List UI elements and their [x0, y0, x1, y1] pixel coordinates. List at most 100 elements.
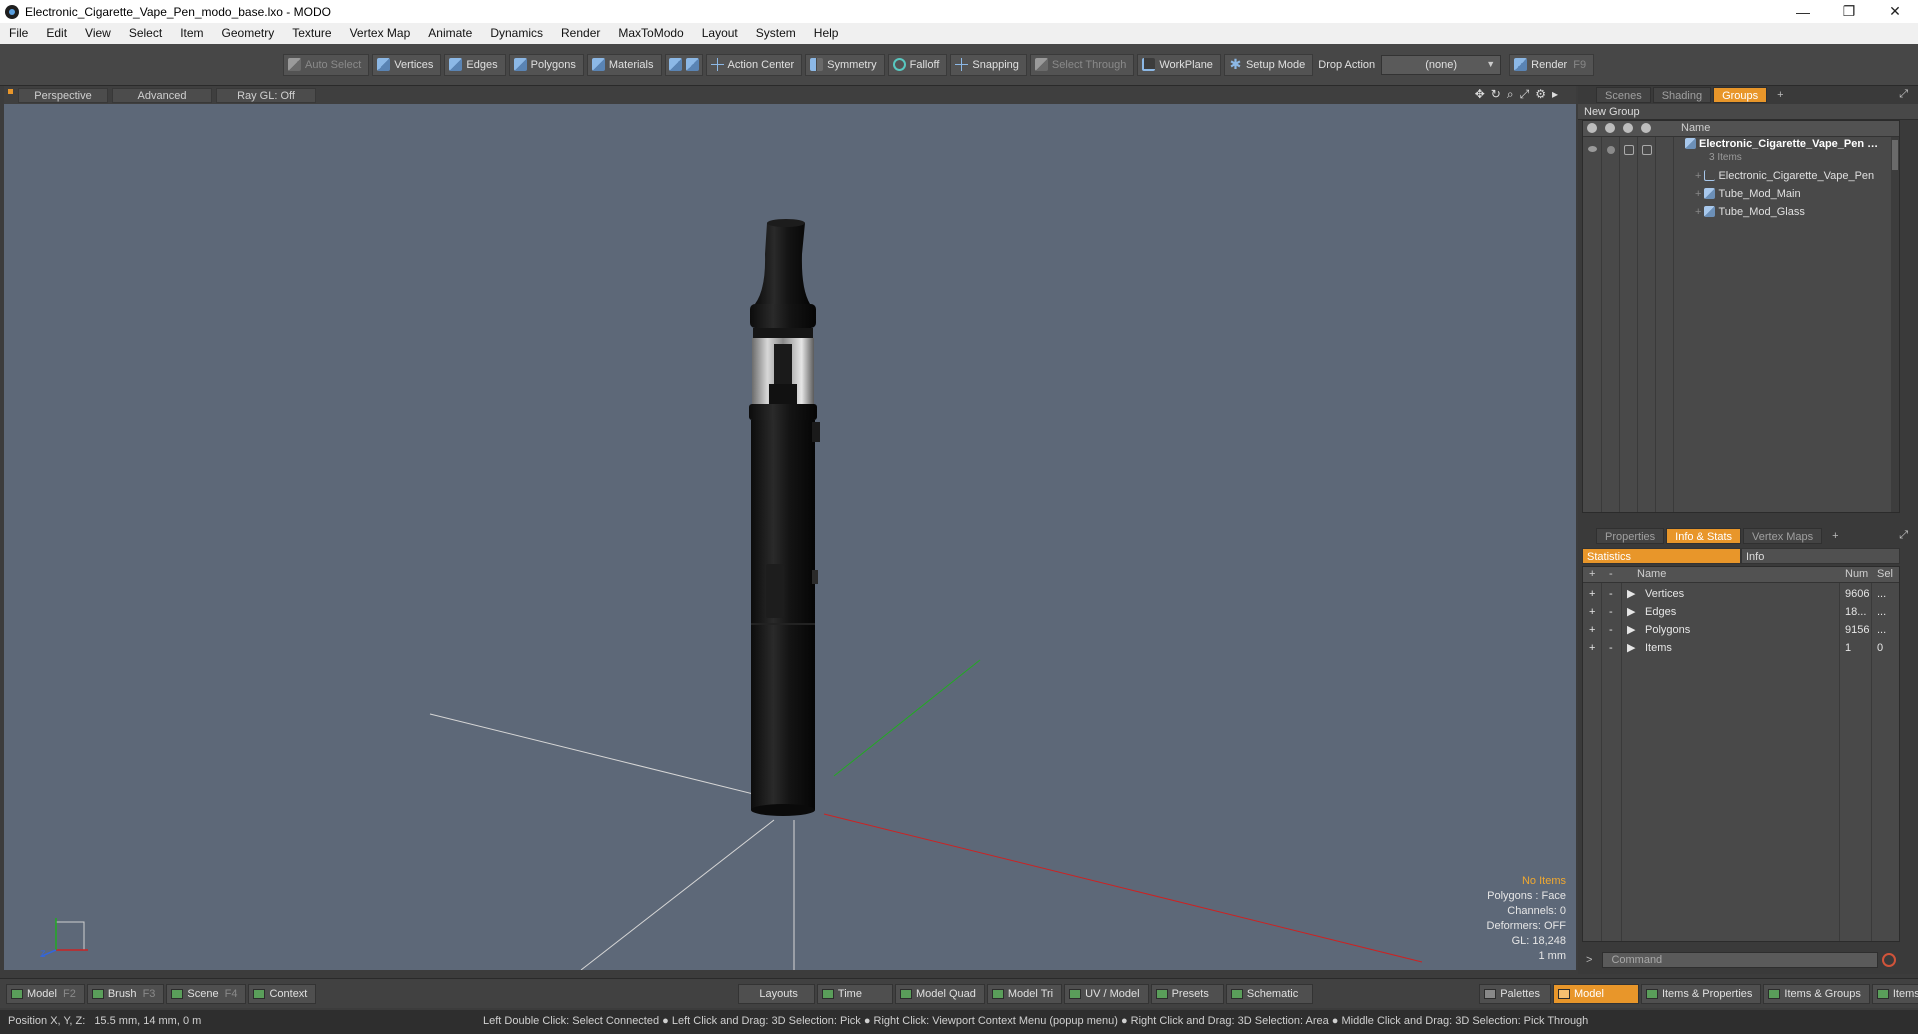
- table-row[interactable]: + - ▶ Edges 18... ...: [1583, 603, 1899, 621]
- items-shading-button[interactable]: Items & Shading: [1871, 983, 1918, 1004]
- action-center-button[interactable]: Action Center: [705, 53, 803, 76]
- chevron-right-icon[interactable]: >: [1586, 954, 1592, 966]
- symmetry-button[interactable]: Symmetry: [805, 53, 885, 76]
- edges-button[interactable]: Edges: [444, 53, 506, 76]
- zoom-icon[interactable]: ⌕: [1507, 87, 1514, 102]
- 3d-viewport[interactable]: Z No Items Polygons : Face Channels: 0 D…: [4, 104, 1576, 970]
- table-row[interactable]: + - ▶ Items 1 0: [1583, 639, 1899, 657]
- tab-shading[interactable]: Shading: [1652, 87, 1712, 103]
- render-button[interactable]: Render F9: [1509, 53, 1595, 76]
- uv-model-button[interactable]: UV / Model: [1064, 983, 1149, 1004]
- close-button[interactable]: ✕: [1872, 0, 1918, 23]
- menu-animate[interactable]: Animate: [419, 23, 481, 44]
- viewport-menu-icon[interactable]: [8, 89, 13, 94]
- auto-select-button[interactable]: Auto Select: [283, 53, 370, 76]
- groups-scrollbar[interactable]: [1891, 137, 1899, 512]
- item-mode-button[interactable]: [664, 53, 703, 76]
- select-checkbox[interactable]: [1642, 145, 1652, 155]
- maximize-button[interactable]: ❐: [1826, 0, 1872, 23]
- materials-button[interactable]: Materials: [586, 53, 662, 76]
- tab-vertex-maps[interactable]: Vertex Maps: [1743, 528, 1823, 544]
- items-properties-button[interactable]: Items & Properties: [1640, 983, 1762, 1004]
- tree-item[interactable]: + Tube_Mod_Glass: [1695, 203, 1899, 221]
- minimize-button[interactable]: —: [1780, 0, 1826, 23]
- row-expand-icon[interactable]: +: [1589, 585, 1595, 603]
- row-expand-icon[interactable]: +: [1589, 621, 1595, 639]
- row-expand-icon[interactable]: +: [1589, 603, 1595, 621]
- model-mode-button[interactable]: Model F2: [6, 983, 85, 1004]
- collapse-all-icon[interactable]: -: [1609, 568, 1613, 580]
- menu-help[interactable]: Help: [805, 23, 848, 44]
- workplane-button[interactable]: WorkPlane: [1137, 53, 1221, 76]
- presets-button[interactable]: Presets: [1150, 983, 1224, 1004]
- menu-dynamics[interactable]: Dynamics: [481, 23, 552, 44]
- model-tri-button[interactable]: Model Tri: [986, 983, 1063, 1004]
- menu-view[interactable]: View: [76, 23, 120, 44]
- chevron-right-icon[interactable]: ▶: [1627, 603, 1635, 621]
- vape-pen-model[interactable]: [749, 219, 820, 816]
- stop-icon[interactable]: [1882, 953, 1896, 967]
- menu-file[interactable]: File: [0, 23, 37, 44]
- pan-icon[interactable]: ✥: [1475, 87, 1485, 102]
- lock-checkbox[interactable]: [1624, 145, 1634, 155]
- menu-select[interactable]: Select: [120, 23, 171, 44]
- scrollbar-thumb[interactable]: [1892, 140, 1898, 170]
- menu-edit[interactable]: Edit: [37, 23, 76, 44]
- advanced-tab[interactable]: Advanced: [112, 87, 212, 103]
- model-quad-button[interactable]: Model Quad: [894, 983, 985, 1004]
- row-expand-icon[interactable]: +: [1589, 639, 1595, 657]
- menu-maxtomodo[interactable]: MaxToModo: [609, 23, 692, 44]
- perspective-tab[interactable]: Perspective: [18, 87, 108, 103]
- menu-system[interactable]: System: [747, 23, 805, 44]
- rotate-icon[interactable]: ↻: [1491, 87, 1501, 102]
- expand-icon[interactable]: ⤢: [1899, 529, 1908, 542]
- time-button[interactable]: Time: [816, 983, 893, 1004]
- menu-geometry[interactable]: Geometry: [213, 23, 284, 44]
- menu-render[interactable]: Render: [552, 23, 609, 44]
- table-row[interactable]: + - ▶ Vertices 9606 ...: [1583, 585, 1899, 603]
- menu-texture[interactable]: Texture: [283, 23, 340, 44]
- falloff-button[interactable]: Falloff: [887, 53, 948, 76]
- tree-item[interactable]: + Electronic_Cigarette_Vape_Pen: [1695, 167, 1899, 185]
- tab-groups[interactable]: Groups: [1713, 87, 1768, 103]
- scene-mode-button[interactable]: Scene F4: [166, 983, 247, 1004]
- tab-scenes[interactable]: Scenes: [1596, 87, 1651, 103]
- render-header-icon[interactable]: [1605, 123, 1615, 133]
- select-header-icon[interactable]: [1641, 123, 1651, 133]
- info-toggle[interactable]: Info: [1741, 548, 1900, 564]
- brush-mode-button[interactable]: Brush F3: [86, 983, 165, 1004]
- new-group-button[interactable]: New Group: [1578, 104, 1918, 120]
- items-groups-button[interactable]: Items & Groups: [1763, 983, 1870, 1004]
- visibility-header-icon[interactable]: [1587, 123, 1597, 133]
- render-toggle-icon[interactable]: [1607, 146, 1615, 154]
- drop-action-select[interactable]: (none) ▼: [1381, 54, 1502, 75]
- eye-icon[interactable]: [1588, 146, 1597, 152]
- expand-all-icon[interactable]: +: [1589, 568, 1595, 580]
- ray-gl-tab[interactable]: Ray GL: Off: [216, 87, 316, 103]
- polygons-button[interactable]: Polygons: [508, 53, 584, 76]
- expand-icon[interactable]: ⤢: [1899, 88, 1908, 101]
- chevron-right-icon[interactable]: ▶: [1627, 621, 1635, 639]
- vertices-button[interactable]: Vertices: [372, 53, 442, 76]
- model-layout-button[interactable]: Model: [1552, 983, 1639, 1004]
- gear-icon[interactable]: ⚙: [1535, 87, 1546, 102]
- table-row[interactable]: + - ▶ Polygons 9156 ...: [1583, 621, 1899, 639]
- tab-info-stats[interactable]: Info & Stats: [1666, 528, 1742, 544]
- tab-properties[interactable]: Properties: [1596, 528, 1665, 544]
- select-through-button[interactable]: Select Through: [1029, 53, 1135, 76]
- add-tab-icon[interactable]: +: [1824, 528, 1846, 544]
- add-tab-icon[interactable]: +: [1769, 87, 1791, 103]
- chevron-right-icon[interactable]: ▶: [1627, 585, 1635, 603]
- chevron-right-icon[interactable]: ▶: [1627, 639, 1635, 657]
- snapping-button[interactable]: Snapping: [950, 53, 1027, 76]
- tree-item[interactable]: + Tube_Mod_Main: [1695, 185, 1899, 203]
- context-mode-button[interactable]: Context: [248, 983, 317, 1004]
- menu-vertex-map[interactable]: Vertex Map: [341, 23, 420, 44]
- menu-item[interactable]: Item: [171, 23, 212, 44]
- schematic-button[interactable]: Schematic: [1225, 983, 1314, 1004]
- setup-mode-button[interactable]: ✱ Setup Mode: [1223, 53, 1314, 76]
- fit-icon[interactable]: ⤢: [1520, 87, 1530, 102]
- chevron-right-icon[interactable]: ▸: [1552, 87, 1558, 102]
- command-input[interactable]: Command: [1602, 952, 1878, 968]
- palettes-button[interactable]: Palettes: [1479, 983, 1551, 1004]
